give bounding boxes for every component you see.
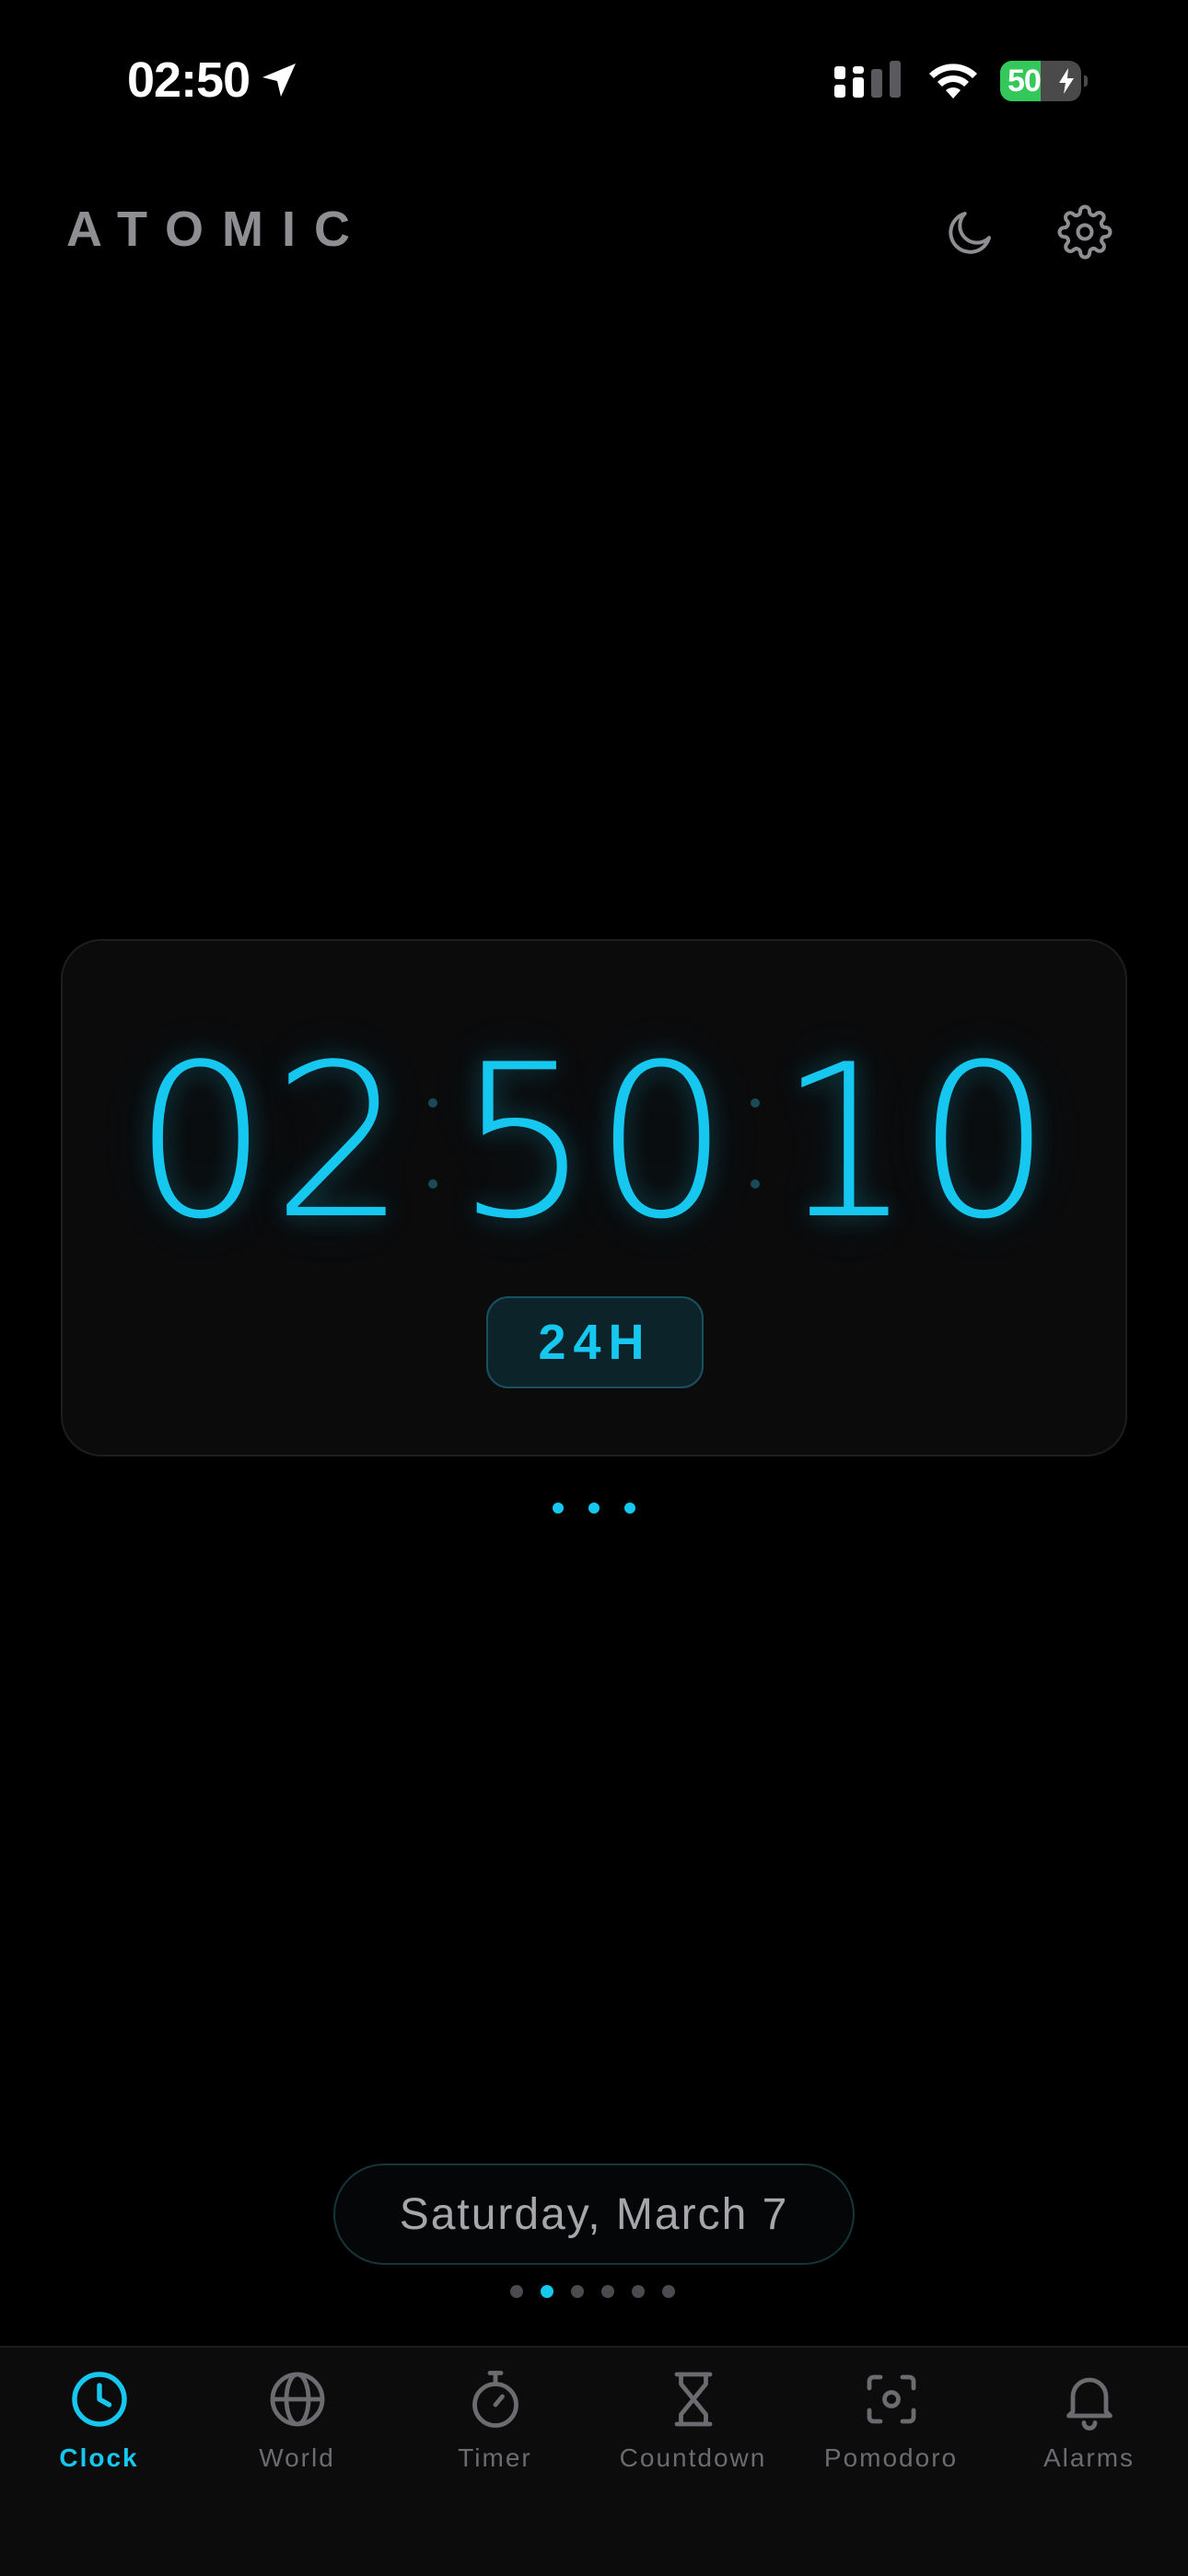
tab-world[interactable]: World (198, 2366, 396, 2495)
globe-icon (270, 2372, 324, 2427)
tab-pomodoro[interactable]: Pomodoro (792, 2366, 990, 2495)
status-bar-time: 02:50 (127, 48, 301, 112)
time-format-toggle[interactable]: 24H (486, 1296, 704, 1388)
battery-nub (1084, 75, 1088, 87)
stopwatch-icon (472, 2371, 518, 2428)
settings-button[interactable] (1057, 204, 1112, 260)
tab-clock[interactable]: Clock (0, 2366, 198, 2495)
date-pill: Saturday, March 7 (333, 2164, 855, 2265)
status-time-text: 02:50 (127, 52, 250, 108)
cellular-signal-icon (834, 61, 901, 98)
clock-separator (732, 1042, 778, 1245)
tab-alarms[interactable]: Alarms (990, 2366, 1188, 2495)
page-dot[interactable] (601, 2285, 614, 2298)
battery-body: 50 (1000, 61, 1081, 101)
tab-label: Timer (458, 2443, 532, 2472)
page-dot[interactable] (571, 2285, 584, 2298)
clock-seconds: 10 (778, 1020, 1055, 1266)
location-arrow-icon (262, 64, 297, 97)
page-dot[interactable] (662, 2285, 675, 2298)
wifi-icon (929, 64, 977, 99)
clock-options-indicator[interactable] (553, 1497, 635, 1519)
tab-label: Alarms (1042, 2443, 1136, 2472)
moon-icon (949, 212, 991, 254)
clock-card[interactable]: 02 50 10 24H (61, 939, 1127, 1456)
tab-label: World (259, 2443, 335, 2472)
page-dot[interactable] (632, 2285, 645, 2298)
bell-icon (1066, 2377, 1112, 2431)
clock-minutes: 50 (456, 1020, 733, 1266)
tab-label: Clock (59, 2443, 139, 2472)
charging-bolt-icon (1059, 68, 1074, 94)
clock-digits: 02 50 10 (63, 1020, 1125, 1266)
focus-icon (867, 2374, 915, 2424)
page-dot[interactable] (541, 2285, 553, 2298)
page-dot[interactable] (510, 2285, 523, 2298)
dark-mode-button[interactable] (943, 204, 998, 260)
gear-icon (1057, 204, 1112, 260)
tab-label: Countdown (619, 2443, 767, 2472)
clock-separator (410, 1042, 456, 1245)
clock-icon (71, 2372, 127, 2427)
hourglass-icon (674, 2372, 712, 2427)
battery-percent: 50 (1007, 63, 1042, 99)
tab-bar: Clock World Timer Countdown Pomodoro Ala… (0, 2346, 1188, 2576)
tab-label: Pomodoro (823, 2443, 959, 2472)
clock-hours: 02 (134, 1020, 411, 1266)
page-indicator[interactable] (510, 2285, 675, 2298)
status-bar-indicators: 50 (834, 55, 1088, 107)
tab-timer[interactable]: Timer (396, 2366, 594, 2495)
battery-indicator: 50 (1000, 61, 1088, 101)
tab-countdown[interactable]: Countdown (594, 2366, 792, 2495)
app-title: ATOMIC (66, 202, 368, 257)
